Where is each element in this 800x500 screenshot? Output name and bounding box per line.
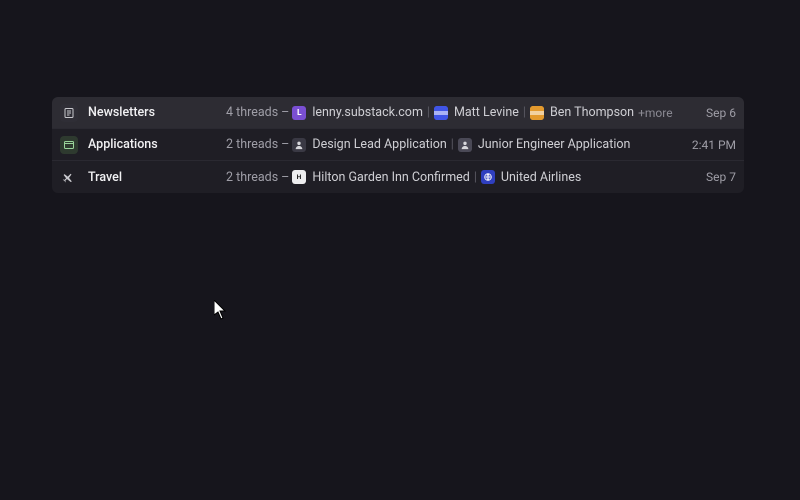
timestamp: Sep 6 bbox=[696, 106, 736, 120]
threads-count: 2 threads bbox=[226, 137, 278, 152]
newsletters-icon bbox=[60, 104, 78, 122]
cursor-icon bbox=[214, 300, 228, 320]
svg-text:H: H bbox=[297, 173, 302, 181]
thread-chip[interactable]: | United Airlines bbox=[474, 170, 581, 185]
group-label: Newsletters bbox=[88, 105, 226, 120]
thread-chip[interactable]: | Matt Levine bbox=[427, 105, 519, 120]
thread-group-row-newsletters[interactable]: Newsletters4 threads–Llenny.substack.com… bbox=[52, 97, 744, 129]
dash-separator: – bbox=[281, 105, 289, 120]
applications-icon bbox=[60, 136, 78, 154]
travel-icon bbox=[60, 168, 78, 186]
avatar bbox=[434, 106, 448, 120]
avatar: H bbox=[292, 170, 306, 184]
threads-count: 2 threads bbox=[226, 170, 278, 185]
group-label: Travel bbox=[88, 170, 226, 185]
thread-chip[interactable]: Design Lead Application bbox=[292, 137, 446, 152]
thread-chip[interactable]: | Junior Engineer Application bbox=[451, 137, 631, 152]
avatar bbox=[530, 106, 544, 120]
chip-separator: | bbox=[474, 170, 477, 185]
thread-chip[interactable]: Llenny.substack.com bbox=[292, 105, 423, 120]
dash-separator: – bbox=[281, 137, 289, 152]
more-indicator[interactable]: +more bbox=[638, 106, 673, 120]
group-label: Applications bbox=[88, 137, 226, 152]
thread-title: Hilton Garden Inn Confirmed bbox=[312, 170, 470, 185]
chip-separator: | bbox=[523, 105, 526, 120]
thread-title: Ben Thompson bbox=[550, 105, 634, 120]
thread-title: Design Lead Application bbox=[312, 137, 446, 152]
chip-separator: | bbox=[451, 137, 454, 152]
avatar bbox=[458, 138, 472, 152]
thread-title: lenny.substack.com bbox=[312, 105, 423, 120]
thread-group-row-applications[interactable]: Applications2 threads– Design Lead Applic… bbox=[52, 129, 744, 161]
timestamp: 2:41 PM bbox=[682, 138, 736, 152]
chip-separator: | bbox=[427, 105, 430, 120]
thread-title: Junior Engineer Application bbox=[478, 137, 631, 152]
group-items: 2 threads– Design Lead Application | Junior… bbox=[226, 137, 682, 152]
group-items: 2 threads–H Hilton Garden Inn Confirmed | U… bbox=[226, 170, 696, 185]
dash-separator: – bbox=[281, 170, 289, 185]
thread-title: United Airlines bbox=[501, 170, 581, 185]
thread-group-row-travel[interactable]: Travel2 threads–H Hilton Garden Inn Confi… bbox=[52, 161, 744, 193]
thread-group-list: Newsletters4 threads–Llenny.substack.com… bbox=[52, 97, 744, 193]
avatar bbox=[481, 170, 495, 184]
group-items: 4 threads–Llenny.substack.com | Matt Levin… bbox=[226, 105, 696, 120]
timestamp: Sep 7 bbox=[696, 170, 736, 184]
thread-chip[interactable]: | Ben Thompson bbox=[523, 105, 634, 120]
thread-title: Matt Levine bbox=[454, 105, 519, 120]
avatar: L bbox=[292, 106, 306, 120]
avatar bbox=[292, 138, 306, 152]
threads-count: 4 threads bbox=[226, 105, 278, 120]
thread-chip[interactable]: H Hilton Garden Inn Confirmed bbox=[292, 170, 470, 185]
